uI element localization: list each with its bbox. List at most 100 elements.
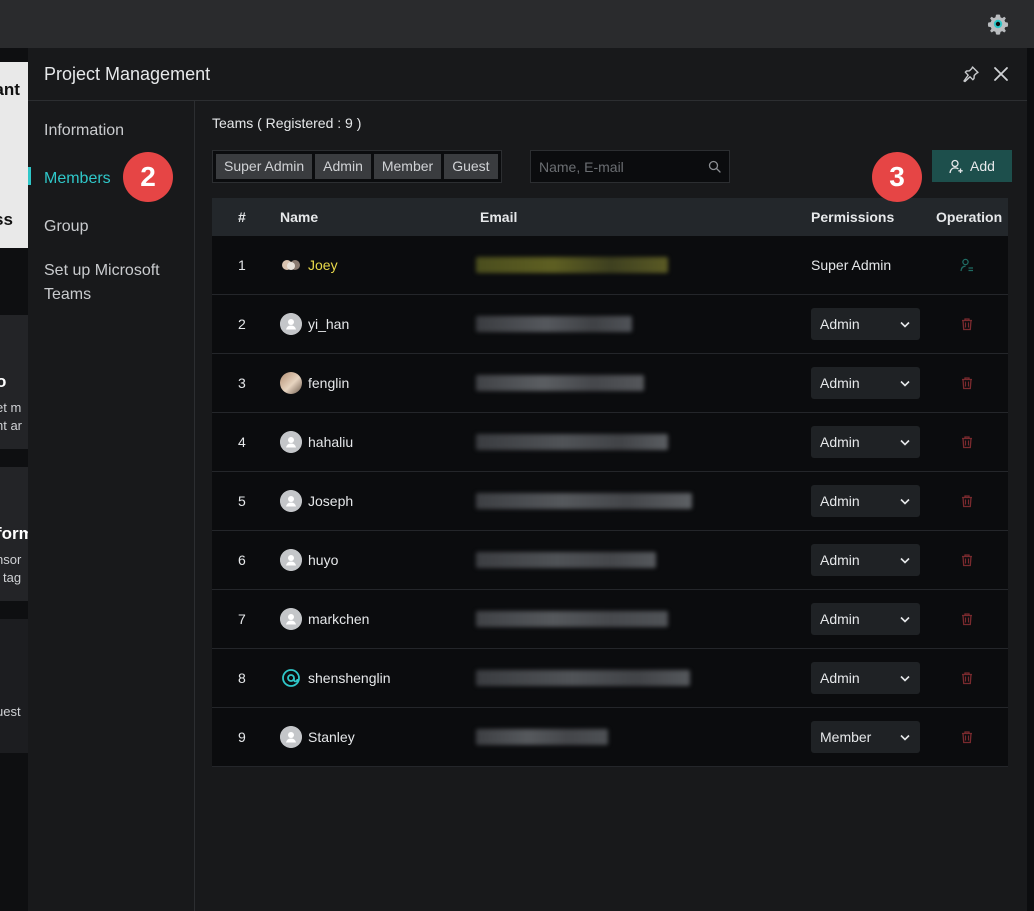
- filter-guest[interactable]: Guest: [444, 154, 498, 179]
- side-nav: Information Members Group Set up Microso…: [28, 101, 195, 911]
- background-card: o et m nt ar: [0, 315, 28, 449]
- operation-cell: [960, 708, 974, 766]
- search-icon[interactable]: [708, 160, 721, 173]
- permission-cell: Super Admin: [811, 236, 891, 294]
- member-name: shenshenglin: [308, 670, 391, 686]
- pin-icon[interactable]: [962, 65, 980, 83]
- avatar: [280, 372, 302, 394]
- permission-cell: Member: [811, 708, 920, 766]
- email-redacted: [476, 729, 608, 745]
- row-index: 3: [238, 375, 246, 391]
- chevron-down-icon: [900, 734, 910, 741]
- teams-registered-title: Teams ( Registered : 9 ): [212, 115, 362, 131]
- permission-select[interactable]: Admin: [811, 544, 920, 576]
- chevron-down-icon: [900, 321, 910, 328]
- trash-icon[interactable]: [960, 376, 974, 390]
- step-badge-2: 2: [123, 152, 173, 202]
- trash-icon[interactable]: [960, 730, 974, 744]
- email-cell: [476, 295, 632, 353]
- search-input[interactable]: [539, 151, 699, 182]
- permission-select[interactable]: Admin: [811, 603, 920, 635]
- close-icon[interactable]: [992, 65, 1010, 83]
- table-row: 8 shenshenglin Admin: [212, 649, 1008, 708]
- permission-value: Admin: [820, 493, 860, 509]
- nav-item-information[interactable]: Information: [44, 119, 124, 143]
- email-redacted: [476, 611, 668, 627]
- row-index: 9: [238, 729, 246, 745]
- background-app-strip: nant ss o et m nt ar form nsor tag uest: [0, 48, 28, 911]
- email-cell: [476, 413, 668, 471]
- member-name-cell: Stanley: [280, 708, 355, 766]
- column-header-operation: Operation: [936, 209, 1003, 225]
- permission-select[interactable]: Admin: [811, 308, 920, 340]
- at-logo-icon: [282, 669, 300, 687]
- permission-value: Admin: [820, 375, 860, 391]
- operation-cell: [960, 531, 974, 589]
- trash-icon[interactable]: [960, 317, 974, 331]
- operation-cell: [960, 236, 974, 294]
- background-text: o: [0, 372, 7, 391]
- permission-select[interactable]: Admin: [811, 662, 920, 694]
- background-text: nant: [0, 80, 20, 99]
- background-text: nsor: [0, 552, 22, 567]
- table-row: 7 markchen Admin: [212, 590, 1008, 649]
- avatar-default-icon: [280, 549, 302, 571]
- row-index: 8: [238, 670, 246, 686]
- trash-icon[interactable]: [960, 671, 974, 685]
- permission-value: Admin: [820, 670, 860, 686]
- nav-item-microsoft-teams[interactable]: Set up Microsoft Teams: [44, 259, 184, 307]
- trash-icon[interactable]: [960, 494, 974, 508]
- permission-select[interactable]: Admin: [811, 426, 920, 458]
- column-header-email: Email: [480, 209, 518, 225]
- member-name: fenglin: [308, 375, 350, 391]
- email-cell: [476, 590, 668, 648]
- email-cell: [476, 649, 690, 707]
- email-cell: [476, 354, 644, 412]
- permission-value: Admin: [820, 552, 860, 568]
- table-header: # Name Email Permissions Operation: [212, 198, 1008, 236]
- member-name-cell: fenglin: [280, 354, 349, 412]
- permission-select[interactable]: Member: [811, 721, 920, 753]
- table-body: 1 Joey Super Admin 2 yi_han Admin 3 fenglin Admi…: [212, 236, 1008, 767]
- chevron-down-icon: [900, 675, 910, 682]
- top-bar: [0, 0, 1034, 48]
- permission-cell: Admin: [811, 295, 920, 353]
- gear-icon[interactable]: [986, 12, 1010, 36]
- nav-item-group[interactable]: Group: [44, 215, 88, 239]
- avatar-group-icon: [282, 260, 300, 270]
- background-card: uest: [0, 619, 28, 753]
- permission-select[interactable]: Admin: [811, 485, 920, 517]
- add-member-button[interactable]: Add: [932, 150, 1012, 182]
- permission-select[interactable]: Admin: [811, 367, 920, 399]
- member-name-cell: Joseph: [280, 472, 353, 530]
- chevron-down-icon: [900, 557, 910, 564]
- add-button-label: Add: [970, 158, 995, 174]
- avatar-default-icon: [280, 313, 302, 335]
- trash-icon[interactable]: [960, 612, 974, 626]
- email-redacted: [476, 316, 632, 332]
- nav-item-members[interactable]: Members: [44, 167, 111, 191]
- email-cell: [476, 472, 692, 530]
- permission-cell: Admin: [811, 413, 920, 471]
- filter-admin[interactable]: Admin: [315, 154, 371, 179]
- filter-member[interactable]: Member: [373, 154, 442, 179]
- table-row: 9 Stanley Member: [212, 708, 1008, 767]
- permission-cell: Admin: [811, 354, 920, 412]
- trash-icon[interactable]: [960, 553, 974, 567]
- modal-header: Project Management: [28, 48, 1027, 101]
- trash-icon[interactable]: [960, 435, 974, 449]
- chevron-down-icon: [900, 380, 910, 387]
- email-redacted: [476, 670, 690, 686]
- filter-super-admin[interactable]: Super Admin: [216, 154, 313, 179]
- manage-user-icon[interactable]: [960, 258, 974, 272]
- background-text: nt ar: [0, 418, 23, 433]
- row-index: 6: [238, 552, 246, 568]
- background-card: nant ss: [0, 62, 28, 248]
- column-header-index: #: [238, 209, 246, 225]
- avatar-default-icon: [280, 608, 302, 630]
- operation-cell: [960, 472, 974, 530]
- operation-cell: [960, 295, 974, 353]
- row-index: 4: [238, 434, 246, 450]
- column-header-permissions: Permissions: [811, 209, 895, 225]
- background-text: ss: [0, 210, 13, 229]
